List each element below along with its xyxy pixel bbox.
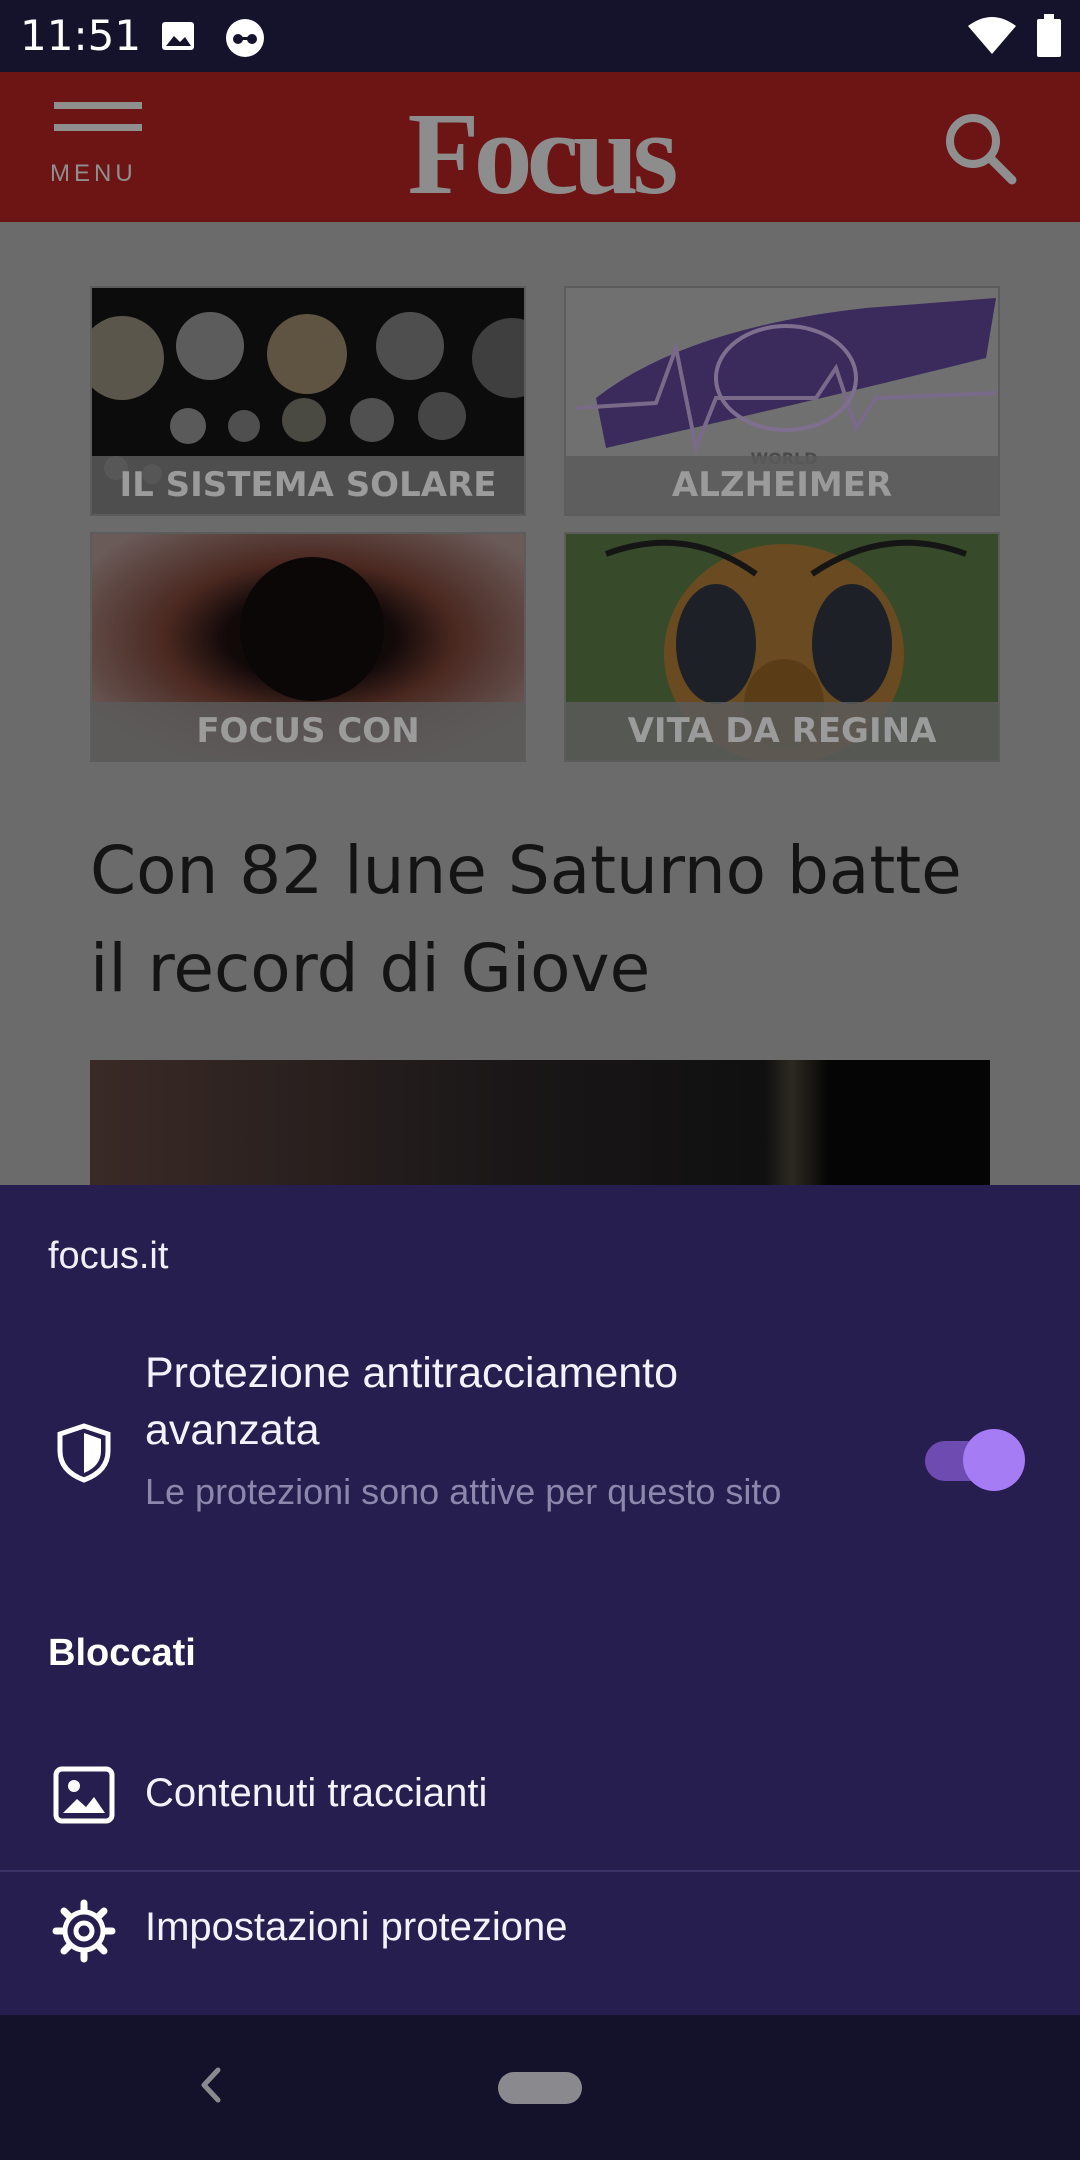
tracking-content-label: Contenuti traccianti — [145, 1771, 488, 1815]
incognito-icon — [225, 18, 265, 62]
focus-logo[interactable]: Focus — [380, 86, 700, 222]
tile-vita-da-regina[interactable]: VITA DA REGINA — [564, 532, 1000, 762]
protection-toggle[interactable] — [925, 1429, 1025, 1493]
status-bar: 11:51 — [0, 0, 1080, 72]
tile-label: VITA DA REGINA — [566, 702, 998, 760]
shield-icon — [56, 1423, 112, 1483]
tracking-content-row[interactable]: Contenuti traccianti — [0, 1735, 1080, 1855]
toggle-knob — [963, 1429, 1025, 1491]
tracking-protection-panel: focus.it Protezione antitracciamento ava… — [0, 1185, 1080, 2015]
tile-label: ALZHEIMER — [566, 456, 998, 514]
menu-icon-line — [54, 102, 142, 109]
site-domain: focus.it — [48, 1235, 169, 1277]
protection-subtitle: Le protezioni sono attive per questo sit… — [145, 1471, 782, 1512]
protection-settings-row[interactable]: Impostazioni protezione — [0, 1877, 1080, 1997]
tile-label: IL SISTEMA SOLARE — [92, 456, 524, 514]
tile-alzheimer[interactable]: WORLD ALZHEIMER — [564, 286, 1000, 516]
protection-title: Protezione antitracciamento avanzata — [145, 1349, 679, 1454]
status-time: 11:51 — [20, 11, 142, 60]
tile-label: FOCUS CON — [92, 702, 524, 760]
search-icon[interactable] — [940, 108, 1020, 188]
battery-icon — [1036, 14, 1062, 62]
menu-label: MENU — [50, 160, 137, 187]
image-icon — [160, 18, 196, 58]
tile-sistema-solare[interactable]: IL SISTEMA SOLARE — [90, 286, 526, 516]
page-content: IL SISTEMA SOLARE WORLD ALZHEIMER — [0, 222, 1080, 1185]
tile-focus-con[interactable]: FOCUS CON — [90, 532, 526, 762]
back-icon[interactable] — [190, 2060, 230, 2110]
app-header: MENU Focus — [0, 72, 1080, 222]
system-nav-bar — [0, 2015, 1080, 2160]
article-hero-image[interactable] — [90, 1060, 990, 1185]
menu-button[interactable]: MENU — [50, 102, 150, 192]
blocked-section-title: Bloccati — [48, 1632, 196, 1674]
image-icon — [52, 1763, 116, 1827]
menu-icon-line — [54, 124, 142, 131]
article-headline[interactable]: Con 82 lune Saturno batte il record di G… — [90, 822, 990, 1018]
divider — [0, 1870, 1080, 1872]
wifi-icon — [968, 14, 1016, 60]
gear-icon — [52, 1899, 116, 1963]
home-button[interactable] — [498, 2072, 582, 2104]
protection-settings-label: Impostazioni protezione — [145, 1905, 568, 1949]
